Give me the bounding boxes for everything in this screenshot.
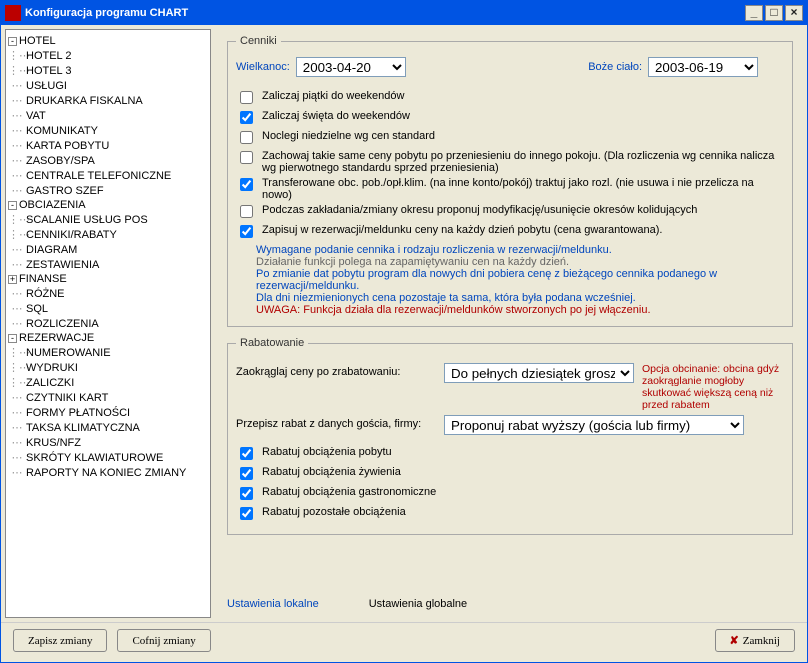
tree-gastro[interactable]: ⋯GASTRO SZEF [8,183,208,198]
tree-cenniki-rabaty[interactable]: ⋮⋯CENNIKI/RABATY [8,227,208,242]
tree-wydruki[interactable]: ⋮⋯WYDRUKI [8,360,208,375]
cb-podczas[interactable] [240,205,253,218]
tree-rezerwacje[interactable]: -REZERWACJE [8,331,208,345]
close-button[interactable]: × [785,5,803,21]
collapse-icon[interactable]: - [8,37,17,46]
bozecialo-select[interactable]: 2003-06-19 [648,57,758,77]
round-label: Zaokrąglaj ceny po zrabatowaniu: [236,363,436,378]
rabat-legend: Rabatowanie [236,337,308,349]
tree-vat[interactable]: ⋯VAT [8,108,208,123]
tree-raporty[interactable]: ⋯RAPORTY NA KONIEC ZMIANY [8,465,208,480]
cb-transfer[interactable] [240,178,253,191]
tree-drukarka[interactable]: ⋯DRUKARKA FISKALNA [8,93,208,108]
cb-r-gastro[interactable] [240,487,253,500]
config-tree[interactable]: -HOTEL ⋮⋯HOTEL 2 ⋮⋯HOTEL 3 ⋯USŁUGI ⋯DRUK… [5,29,211,618]
round-note: Opcja obcinanie: obcina gdyż zaokrąglani… [642,363,784,411]
cb-r-pozostale[interactable] [240,507,253,520]
config-window: Konfiguracja programu CHART _ □ × -HOTEL… [0,0,808,663]
link-local[interactable]: Ustawienia lokalne [227,598,319,610]
window-title: Konfiguracja programu CHART [25,7,745,19]
note-1: Wymagane podanie cennika i rodzaju rozli… [256,244,784,256]
note-warn: UWAGA: Funkcja działa dla rezerwacji/mel… [256,304,784,316]
bozecialo-label: Boże ciało: [588,61,642,73]
tree-obciazenia[interactable]: -OBCIAZENIA [8,198,208,212]
cb-r-pobytu[interactable] [240,447,253,460]
cenniki-group: Cenniki Wielkanoc: 2003-04-20 Boże ciało… [227,35,793,327]
cb-zachowaj[interactable] [240,151,253,164]
close-icon: ✘ [730,635,739,647]
tree-numerowanie[interactable]: ⋮⋯NUMEROWANIE [8,345,208,360]
settings-panel: Cenniki Wielkanoc: 2003-04-20 Boże ciało… [217,29,803,618]
tree-zestawienia[interactable]: ⋯ZESTAWIENIA [8,257,208,272]
cenniki-legend: Cenniki [236,35,281,47]
tree-uslugi[interactable]: ⋯USŁUGI [8,78,208,93]
collapse-icon[interactable]: - [8,334,17,343]
tree-hotel-2[interactable]: ⋮⋯HOTEL 2 [8,48,208,63]
note-4: Dla dni niezmienionych cena pozostaje ta… [256,292,784,304]
cb-noclegi[interactable] [240,131,253,144]
note-2: Działanie funkcji polega na zapamiętywan… [256,256,784,268]
cb-swieta[interactable] [240,111,253,124]
round-select[interactable]: Do pełnych dziesiątek groszy [444,363,634,383]
copy-select[interactable]: Proponuj rabat wyższy (gościa lub firmy) [444,415,744,435]
tree-rozliczenia[interactable]: ⋯ROZLICZENIA [8,316,208,331]
note-3: Po zmianie dat pobytu program dla nowych… [256,268,784,292]
tree-skroty[interactable]: ⋯SKRÓTY KLAWIATUROWE [8,450,208,465]
tree-centrale[interactable]: ⋯CENTRALE TELEFONICZNE [8,168,208,183]
tree-rozne[interactable]: ⋯RÓŻNE [8,286,208,301]
undo-button[interactable]: Cofnij zmiany [117,629,210,652]
wielkanoc-select[interactable]: 2003-04-20 [296,57,406,77]
tree-krus[interactable]: ⋯KRUS/NFZ [8,435,208,450]
wielkanoc-label: Wielkanoc: [236,61,290,73]
tree-taksa[interactable]: ⋯TAKSA KLIMATYCZNA [8,420,208,435]
rabat-group: Rabatowanie Zaokrąglaj ceny po zrabatowa… [227,337,793,535]
maximize-button[interactable]: □ [765,5,783,21]
button-bar: Zapisz zmiany Cofnij zmiany ✘Zamknij [1,622,807,662]
titlebar[interactable]: Konfiguracja programu CHART _ □ × [1,1,807,25]
copy-label: Przepisz rabat z danych gościa, firmy: [236,415,436,430]
tree-sql[interactable]: ⋯SQL [8,301,208,316]
tree-czytniki[interactable]: ⋯CZYTNIKI KART [8,390,208,405]
tree-finanse[interactable]: +FINANSE [8,272,208,286]
tree-formy[interactable]: ⋯FORMY PŁATNOŚCI [8,405,208,420]
tree-hotel-3[interactable]: ⋮⋯HOTEL 3 [8,63,208,78]
label-global: Ustawienia globalne [369,598,467,610]
tree-hotel[interactable]: -HOTEL [8,34,208,48]
tree-komunikaty[interactable]: ⋯KOMUNIKATY [8,123,208,138]
save-button[interactable]: Zapisz zmiany [13,629,107,652]
cb-zapisuj[interactable] [240,225,253,238]
collapse-icon[interactable]: - [8,201,17,210]
tree-zasoby[interactable]: ⋯ZASOBY/SPA [8,153,208,168]
tree-diagram[interactable]: ⋯DIAGRAM [8,242,208,257]
expand-icon[interactable]: + [8,275,17,284]
minimize-button[interactable]: _ [745,5,763,21]
close-dialog-button[interactable]: ✘Zamknij [715,629,796,652]
app-icon [5,5,21,21]
cb-r-zywienia[interactable] [240,467,253,480]
cb-piatki[interactable] [240,91,253,104]
tree-karta[interactable]: ⋯KARTA POBYTU [8,138,208,153]
tree-scalanie[interactable]: ⋮⋯SCALANIE USŁUG POS [8,212,208,227]
tree-zaliczki[interactable]: ⋮⋯ZALICZKI [8,375,208,390]
